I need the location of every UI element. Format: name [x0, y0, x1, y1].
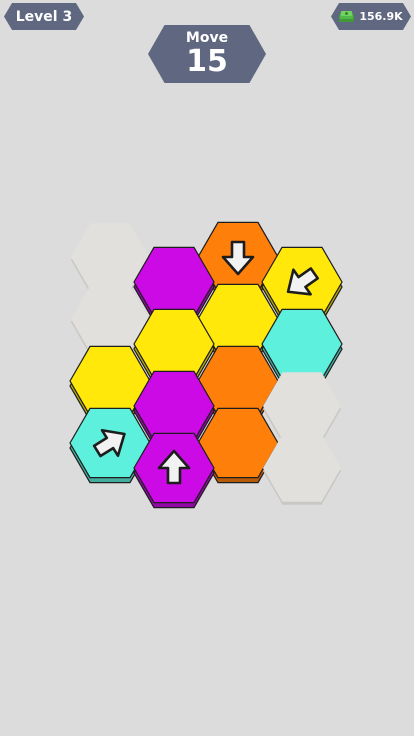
hex-board — [69, 221, 343, 509]
